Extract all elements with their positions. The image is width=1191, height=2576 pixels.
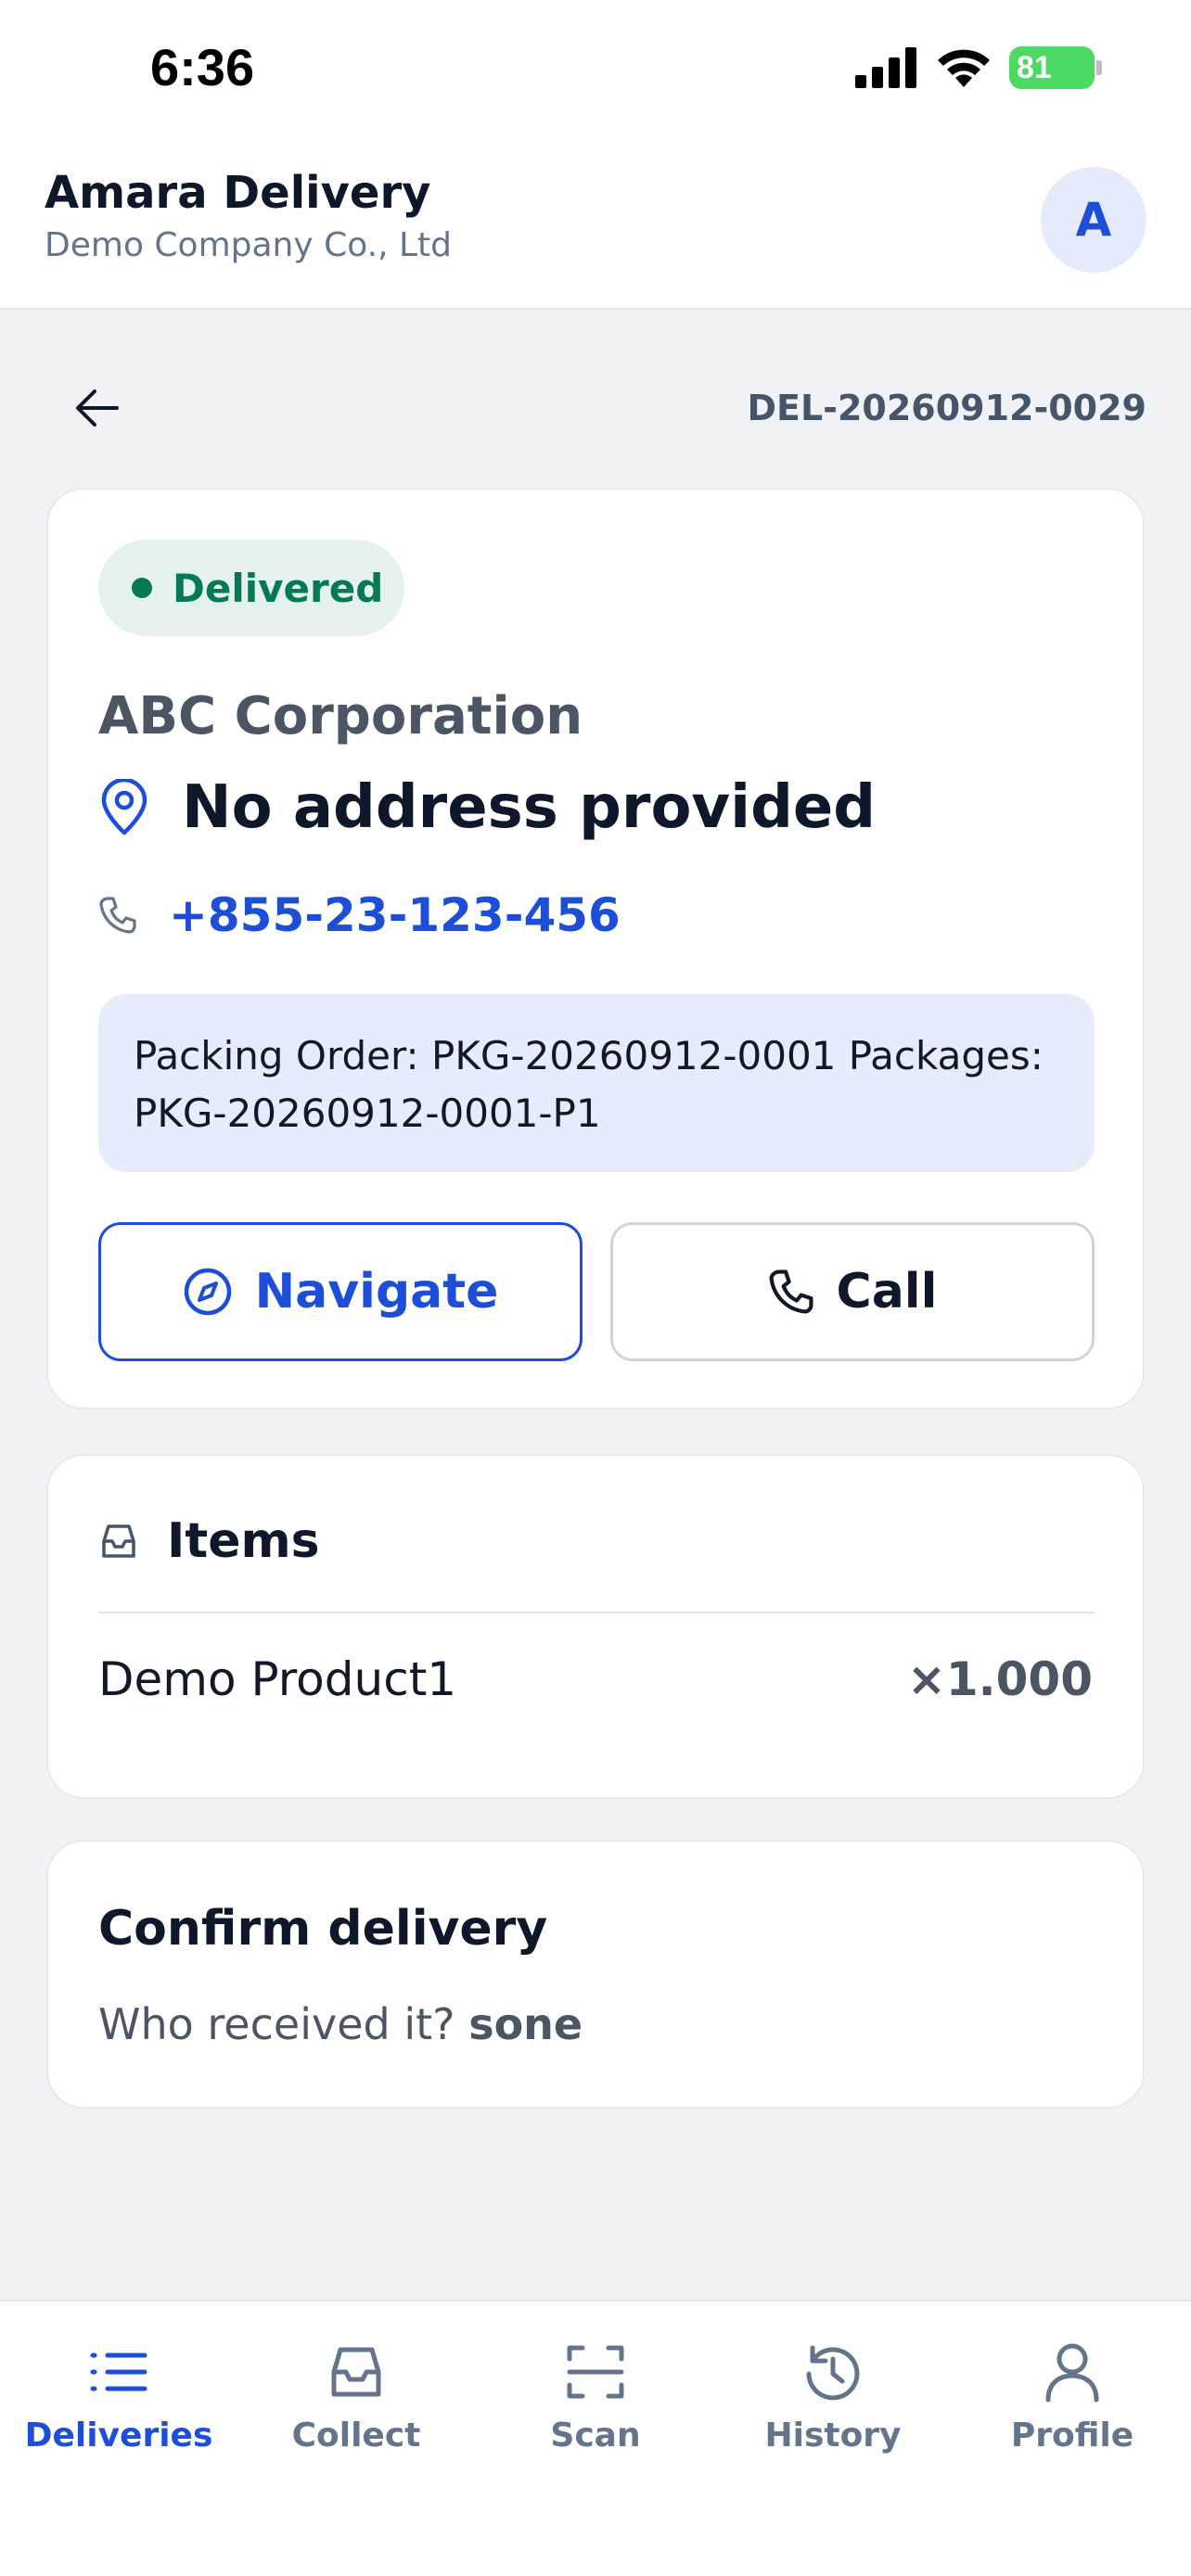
tab-label: Scan: [550, 2417, 641, 2455]
customer-name: ABC Corporation: [98, 686, 583, 746]
arrow-left-icon: [76, 389, 119, 427]
company-name: Demo Company Co., Ltd: [45, 226, 452, 264]
items-title: Items: [167, 1513, 320, 1569]
items-card: Items Demo Product1 ×1.000: [46, 1454, 1145, 1799]
bottom-tab-bar: Deliveries Collect Scan History Profile: [0, 2300, 1191, 2576]
inbox-icon: [331, 2347, 381, 2397]
compass-icon: [184, 1268, 231, 1316]
address-row: No address provided: [98, 773, 876, 842]
delivery-address: No address provided: [182, 773, 877, 842]
user-icon: [1045, 2343, 1099, 2403]
battery-indicator: 81: [1009, 46, 1102, 89]
tab-label: Profile: [1010, 2417, 1134, 2455]
receiver-row: Who received it? sone: [98, 1999, 583, 2049]
history-icon: [806, 2345, 860, 2401]
status-icons: 81: [855, 46, 1102, 89]
phone-icon: [99, 897, 136, 934]
app-title: Amara Delivery: [45, 167, 431, 219]
status-time: 6:36: [150, 38, 255, 96]
phone-icon: [769, 1269, 813, 1314]
wifi-icon: [938, 49, 990, 87]
item-quantity: ×1.000: [906, 1652, 1093, 1706]
battery-level: 81: [1017, 49, 1052, 85]
status-label: Delivered: [173, 565, 384, 611]
items-header: Items: [98, 1513, 320, 1569]
status-bar: 6:36 81: [0, 0, 1191, 139]
call-button[interactable]: Call: [610, 1222, 1095, 1361]
tab-history[interactable]: History: [714, 2339, 952, 2496]
tab-profile[interactable]: Profile: [954, 2339, 1191, 2496]
divider: [98, 1612, 1095, 1613]
inbox-icon: [102, 1524, 135, 1558]
packing-info: Packing Order: PKG-20260912-0001 Package…: [98, 994, 1095, 1172]
tab-collect[interactable]: Collect: [237, 2339, 475, 2496]
scan-icon: [567, 2345, 624, 2399]
tab-label: Deliveries: [24, 2417, 213, 2455]
confirm-delivery-card: Confirm delivery Who received it? sone: [46, 1840, 1145, 2109]
back-button[interactable]: [65, 376, 130, 440]
tab-label: History: [764, 2417, 902, 2455]
signal-icon: [855, 47, 916, 88]
map-pin-icon: [101, 779, 147, 835]
navigate-label: Navigate: [254, 1264, 499, 1320]
status-dot: [132, 578, 152, 598]
app-header: Amara Delivery Demo Company Co., Ltd A: [0, 139, 1191, 310]
tab-label: Collect: [291, 2417, 421, 2455]
receiver-question: Who received it?: [98, 1999, 455, 2049]
navigate-button[interactable]: Navigate: [98, 1222, 583, 1361]
avatar[interactable]: A: [1041, 167, 1146, 273]
receiver-name: sone: [468, 1999, 583, 2049]
tab-scan[interactable]: Scan: [477, 2339, 714, 2496]
customer-phone[interactable]: +855-23-123-456: [169, 888, 621, 942]
call-label: Call: [836, 1264, 938, 1320]
delivery-card: Delivered ABC Corporation No address pro…: [46, 488, 1145, 1409]
phone-row[interactable]: +855-23-123-456: [98, 888, 621, 942]
status-badge: Delivered: [98, 540, 404, 636]
list-icon: [90, 2353, 147, 2391]
tab-deliveries[interactable]: Deliveries: [0, 2339, 237, 2496]
delivery-reference: DEL-20260912-0029: [747, 388, 1146, 428]
confirm-title: Confirm delivery: [98, 1901, 548, 1957]
battery-icon: 81: [1009, 46, 1095, 89]
item-name: Demo Product1: [98, 1652, 457, 1706]
